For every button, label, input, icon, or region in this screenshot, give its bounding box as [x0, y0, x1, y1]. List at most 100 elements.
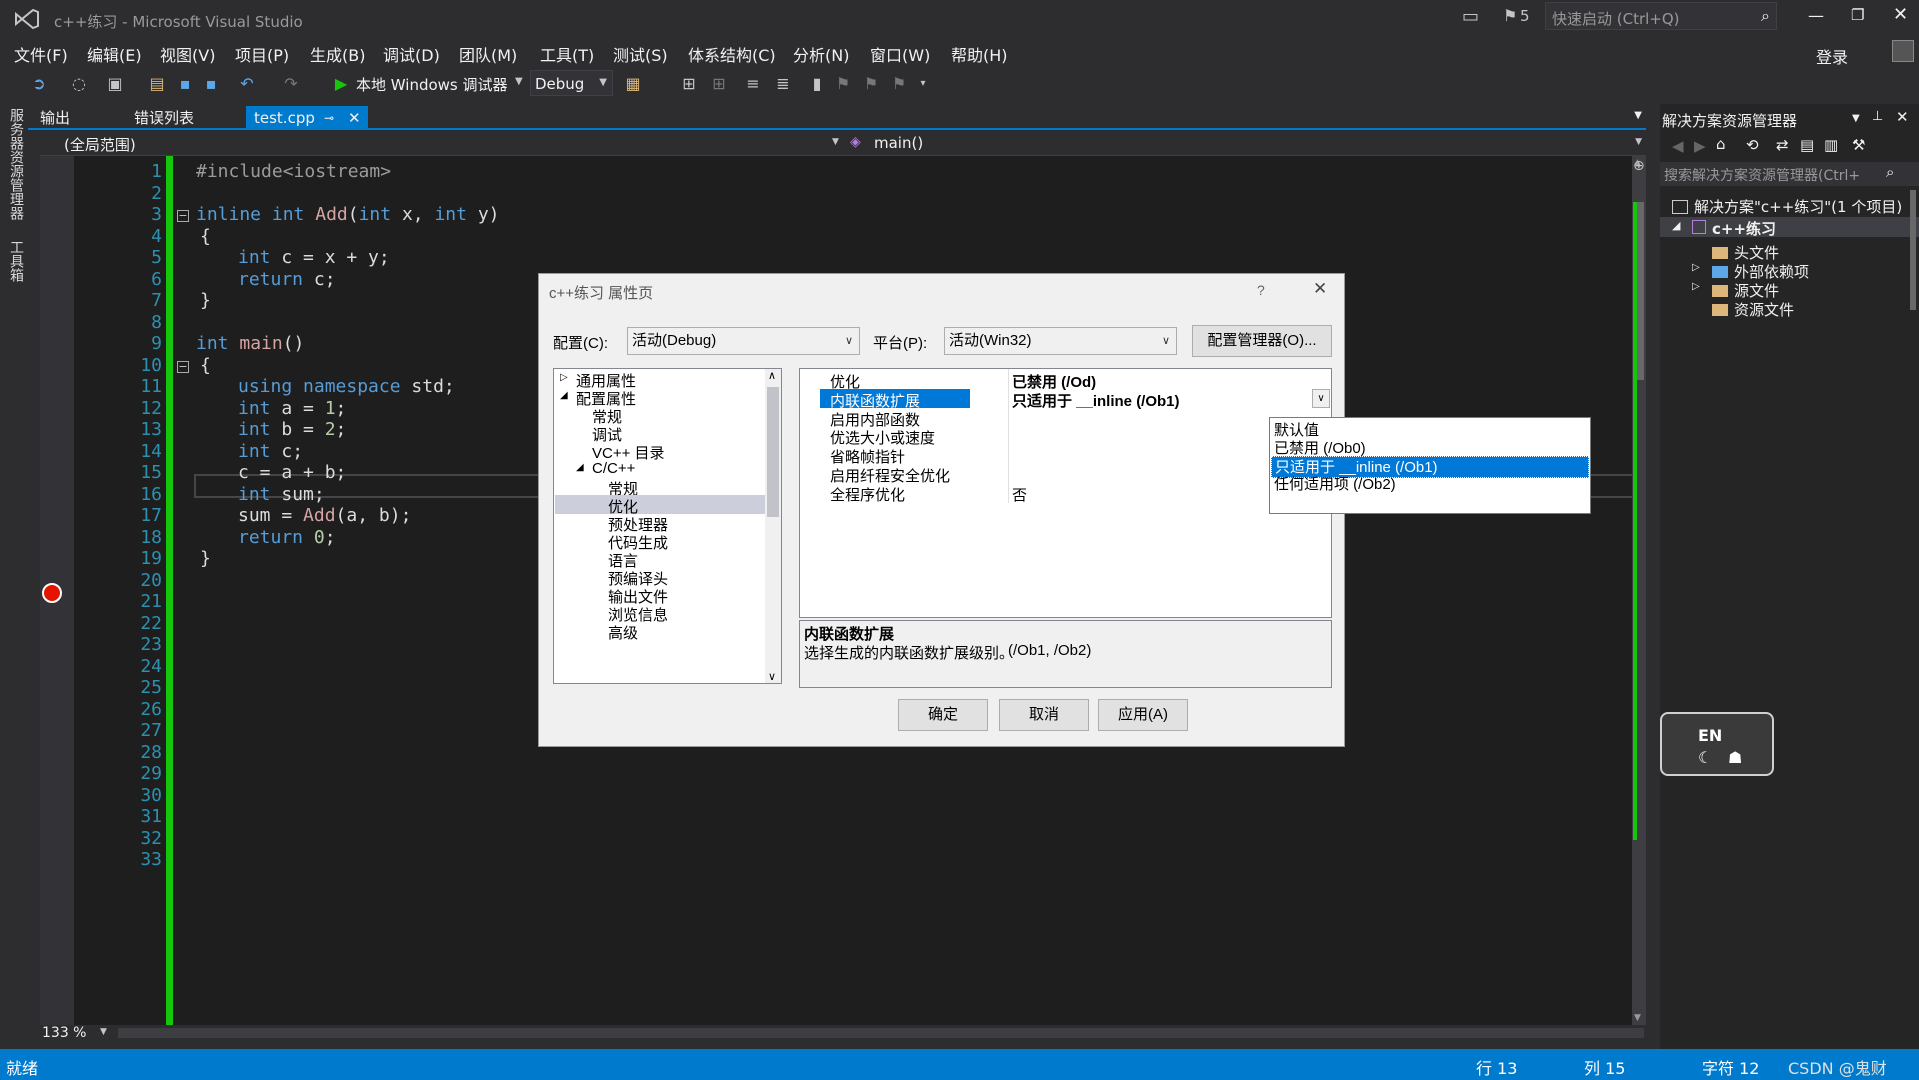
next-bookmark-icon[interactable]: ⚑	[862, 75, 880, 93]
pin-icon[interactable]: ⊥	[1872, 109, 1883, 124]
menu-architecture[interactable]: 体系结构(C)	[688, 42, 776, 66]
toolbar-overflow-icon[interactable]: ▾	[914, 75, 932, 93]
prop-value[interactable]: 否	[1012, 484, 1027, 505]
login-link[interactable]: 登录	[1816, 44, 1848, 68]
indent-icon[interactable]: ≡	[744, 75, 762, 93]
refresh-icon[interactable]: ⇄	[1776, 136, 1789, 154]
tab-overflow-icon[interactable]: ▼	[1634, 110, 1642, 121]
new-project-icon[interactable]: ▣	[106, 75, 124, 93]
menu-test[interactable]: 测试(S)	[613, 42, 668, 66]
expand-arrow-icon[interactable]: ◢	[1672, 219, 1680, 232]
editor-vertical-scrollbar[interactable]: ▲ ▼	[1632, 156, 1646, 1025]
platform-combo[interactable]: 活动(Win32) ∨	[944, 327, 1177, 355]
cancel-button[interactable]: 取消	[999, 699, 1089, 731]
expand-arrow-icon[interactable]: ◢	[560, 390, 568, 401]
breakpoint-icon[interactable]	[42, 583, 62, 603]
undo-icon[interactable]: ↶	[238, 75, 256, 93]
wrench-icon[interactable]: ⚒	[1852, 136, 1865, 154]
collapse-icon[interactable]: −	[177, 210, 189, 222]
tab-error-list[interactable]: 错误列表	[126, 106, 202, 130]
toolbox-tab[interactable]: 工具箱	[6, 240, 26, 282]
open-file-icon[interactable]: ▤	[148, 75, 166, 93]
solution-scrollbar[interactable]	[1910, 190, 1916, 310]
back-icon[interactable]: ◀	[1672, 137, 1684, 155]
back-icon[interactable]: ➲	[30, 75, 48, 93]
zoom-select[interactable]: 133 %	[42, 1025, 86, 1041]
member-select[interactable]: main()	[874, 134, 923, 152]
menu-analyze[interactable]: 分析(N)	[793, 42, 849, 66]
tree-scrollbar[interactable]: ∧ ∨	[765, 369, 781, 683]
clear-bookmarks-icon[interactable]: ⚑	[890, 75, 908, 93]
panel-menu-icon[interactable]: ▼	[1852, 113, 1860, 124]
tab-test-cpp[interactable]: test.cpp ⊸ ✕	[246, 106, 368, 130]
tab-output[interactable]: 输出	[32, 106, 78, 130]
prop-value[interactable]: 已禁用 (/Od)	[1012, 371, 1096, 392]
menu-debug[interactable]: 调试(D)	[383, 42, 440, 66]
tree-cpp[interactable]: C/C++	[592, 460, 635, 477]
prop-value[interactable]: 只适用于 __inline (/Ob1)	[1012, 390, 1180, 411]
forward-icon[interactable]: ◌	[70, 75, 88, 93]
menu-help[interactable]: 帮助(H)	[951, 42, 1008, 66]
properties-icon[interactable]: ▥	[1824, 136, 1838, 154]
account-avatar[interactable]	[1892, 40, 1914, 62]
save-all-icon[interactable]: ▪	[202, 75, 220, 93]
start-debug-button[interactable]: 本地 Windows 调试器	[356, 74, 508, 95]
dropdown-option[interactable]: 任何适用项 (/Ob2)	[1271, 474, 1589, 496]
menu-edit[interactable]: 编辑(E)	[87, 42, 142, 66]
prev-bookmark-icon[interactable]: ⚑	[834, 75, 852, 93]
menu-project[interactable]: 项目(P)	[235, 42, 289, 66]
start-debug-dropdown-icon[interactable]: ▼	[515, 76, 523, 87]
scope-dropdown-icon[interactable]: ▼	[832, 137, 839, 147]
solution-node[interactable]: 解决方案"c++练习"(1 个项目)	[1672, 196, 1902, 217]
config-select[interactable]: Debug ▼	[530, 70, 613, 96]
dialog-close-button[interactable]: ✕	[1313, 279, 1327, 299]
scroll-down-icon[interactable]: ▼	[1634, 1013, 1641, 1023]
server-explorer-tab[interactable]: 服务器资源管理器	[6, 108, 26, 220]
feedback-icon[interactable]: ▭	[1462, 6, 1479, 27]
menu-team[interactable]: 团队(M)	[459, 42, 517, 66]
pin-icon[interactable]: ⊸	[324, 106, 334, 130]
sync-icon[interactable]: ⟲	[1746, 136, 1759, 154]
scroll-thumb[interactable]	[767, 387, 779, 517]
help-button[interactable]: ?	[1257, 282, 1265, 298]
minimize-button[interactable]: —	[1808, 6, 1824, 25]
project-node-row[interactable]: ◢ c++练习	[1660, 217, 1919, 238]
tree-item-resources[interactable]: 资源文件	[1712, 299, 1794, 320]
apply-button[interactable]: 应用(A)	[1098, 699, 1188, 731]
tree-item-external-deps[interactable]: 外部依赖项	[1712, 261, 1809, 282]
expand-arrow-icon[interactable]: ◢	[576, 462, 584, 473]
home-icon[interactable]: ⌂	[1716, 135, 1726, 153]
save-icon[interactable]: ▪	[176, 75, 194, 93]
close-tab-icon[interactable]: ✕	[348, 106, 361, 130]
notification-count[interactable]: 5	[1520, 7, 1530, 25]
scope-select[interactable]: (全局范围)	[64, 134, 136, 155]
solution-search-input[interactable]: 搜索解决方案资源管理器(Ctrl+ ⌕	[1660, 162, 1919, 186]
outdent-icon[interactable]: ≣	[774, 75, 792, 93]
scroll-down-icon[interactable]: ∨	[768, 670, 776, 683]
member-dropdown-icon[interactable]: ▼	[1635, 137, 1642, 147]
tree-item-sources[interactable]: 源文件	[1712, 280, 1779, 301]
horizontal-scrollbar[interactable]	[118, 1028, 1644, 1038]
tree-advanced[interactable]: 高级	[608, 622, 638, 643]
expand-arrow-icon[interactable]: ▷	[560, 372, 568, 383]
config-manager-button[interactable]: 配置管理器(O)...	[1192, 325, 1332, 357]
collapse-all-icon[interactable]: ▤	[1800, 136, 1814, 154]
start-debug-icon[interactable]: ▶	[332, 75, 350, 93]
step-icon[interactable]: ⊞	[680, 75, 698, 93]
step-over-icon[interactable]: ⊞	[710, 75, 728, 93]
zoom-dropdown-icon[interactable]: ▼	[100, 1027, 107, 1037]
tree-item-headers[interactable]: 头文件	[1712, 242, 1779, 263]
restore-button[interactable]: ❐	[1851, 6, 1864, 24]
split-icon[interactable]: ⊕	[1633, 158, 1645, 174]
expand-arrow-icon[interactable]: ▷	[1692, 281, 1700, 292]
find-icon[interactable]: ▦	[624, 75, 642, 93]
config-combo[interactable]: 活动(Debug) ∨	[627, 327, 860, 355]
scroll-up-icon[interactable]: ∧	[768, 369, 776, 382]
menu-tools[interactable]: 工具(T)	[540, 42, 594, 66]
collapse-icon[interactable]: −	[177, 361, 189, 373]
prop-dropdown-button[interactable]: ∨	[1312, 389, 1330, 408]
close-button[interactable]: ✕	[1893, 4, 1908, 25]
ok-button[interactable]: 确定	[898, 699, 988, 731]
quick-launch-input[interactable]: 快速启动 (Ctrl+Q) ⌕	[1545, 2, 1777, 30]
menu-file[interactable]: 文件(F)	[14, 42, 68, 66]
